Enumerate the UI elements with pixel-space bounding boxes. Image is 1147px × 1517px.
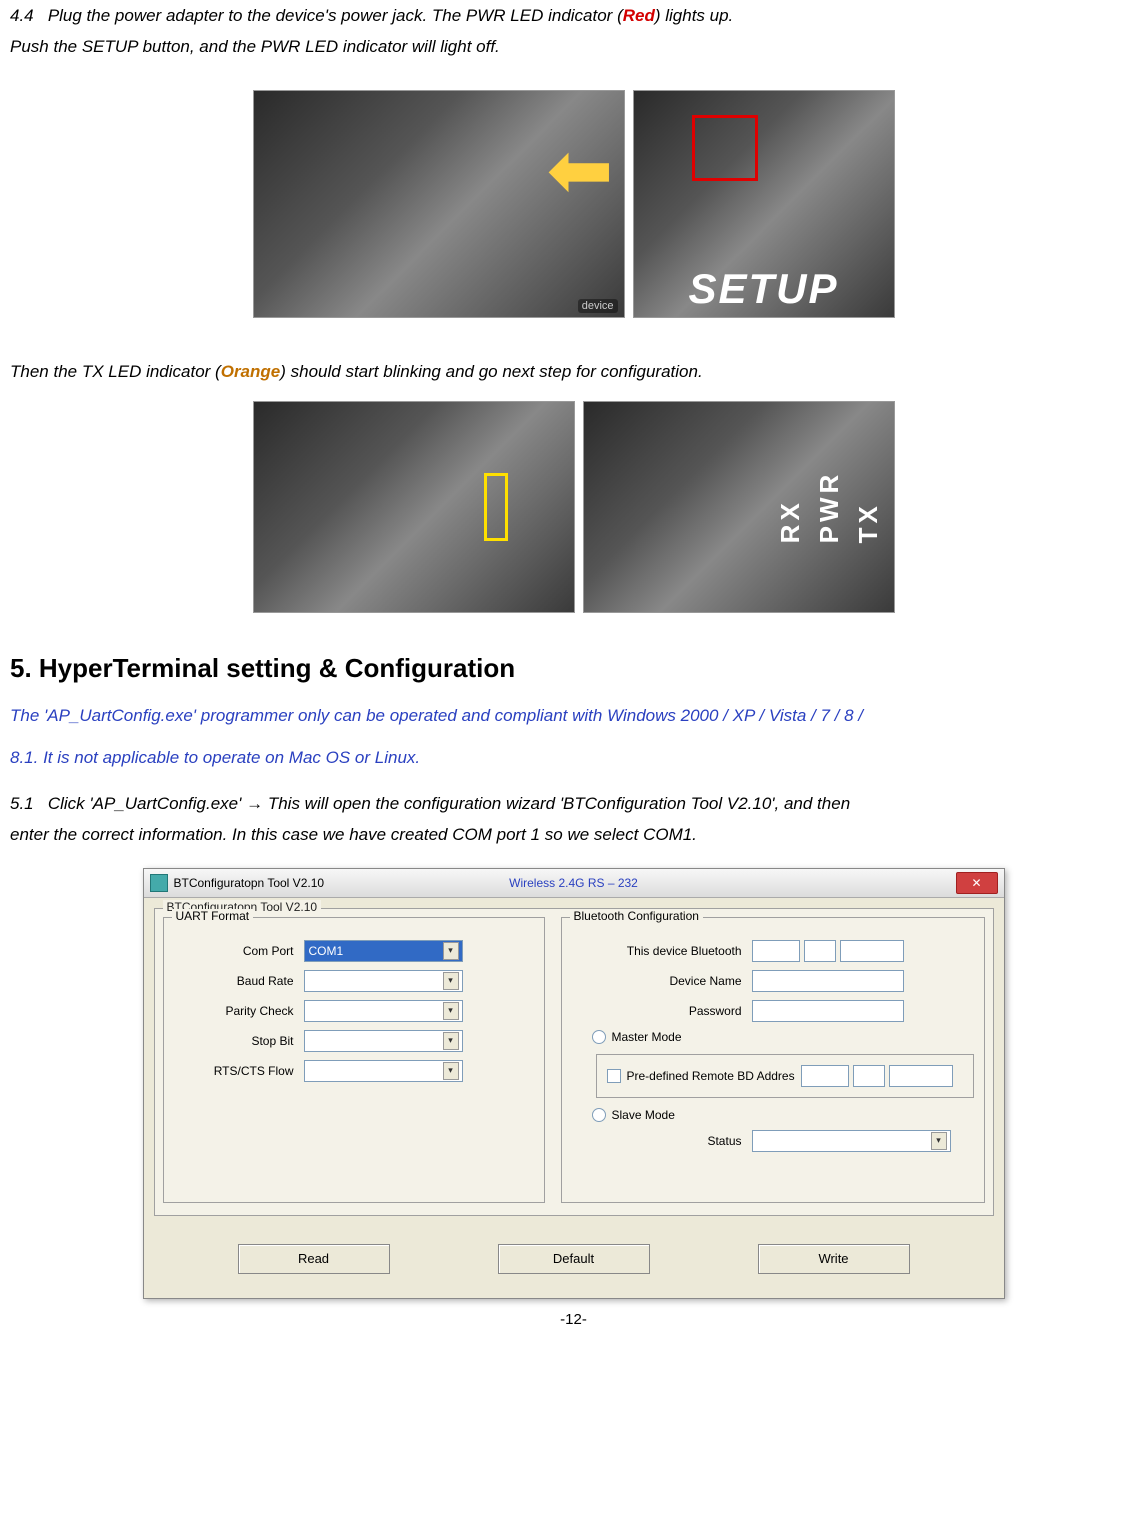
yellow-highlight-box	[484, 473, 508, 541]
step-5-1-text-a: Click 'AP_UartConfig.exe'	[48, 794, 246, 813]
default-button-label: Default	[553, 1251, 594, 1266]
page-footer: -12-	[10, 1311, 1137, 1328]
red-highlight-box	[692, 115, 758, 181]
baud-rate-combo[interactable]: ▾	[304, 970, 463, 992]
uart-group: UART Format Com Port COM1 ▾ Baud Rate ▾ …	[163, 917, 545, 1203]
outer-group: BTConfiguratopn Tool V2.10 UART Format C…	[154, 908, 994, 1216]
write-button[interactable]: Write	[758, 1244, 910, 1274]
photo-device-tx	[253, 401, 575, 613]
com-port-combo[interactable]: COM1 ▾	[304, 940, 463, 962]
com-port-value: COM1	[309, 944, 344, 958]
bd-addr-2[interactable]	[804, 940, 836, 962]
write-button-label: Write	[818, 1251, 848, 1266]
status-combo[interactable]: ▾	[752, 1130, 951, 1152]
config-window: BTConfiguratopn Tool V2.10 Wireless 2.4G…	[143, 868, 1005, 1299]
config-window-wrap: BTConfiguratopn Tool V2.10 Wireless 2.4G…	[10, 868, 1137, 1299]
rtscts-combo[interactable]: ▾	[304, 1060, 463, 1082]
led-tx: TX	[853, 470, 884, 543]
status-label: Status	[572, 1134, 752, 1148]
photo-led-labels: RX PWR TX	[583, 401, 895, 613]
predef-bd-2[interactable]	[853, 1065, 885, 1087]
bluetooth-legend: Bluetooth Configuration	[570, 909, 703, 923]
baud-rate-label: Baud Rate	[174, 974, 304, 988]
predef-bd-3[interactable]	[889, 1065, 953, 1087]
window-title-left: BTConfiguratopn Tool V2.10	[174, 876, 325, 890]
bluetooth-group: Bluetooth Configuration This device Blue…	[561, 917, 985, 1203]
parity-label: Parity Check	[174, 1004, 304, 1018]
default-button[interactable]: Default	[498, 1244, 650, 1274]
bd-addr-1[interactable]	[752, 940, 800, 962]
chevron-down-icon: ▾	[443, 972, 459, 990]
step-4-4-line2: Push the SETUP button, and the PWR LED i…	[10, 33, 1137, 62]
tx-blink-line: Then the TX LED indicator (Orange) shoul…	[10, 358, 1137, 387]
stopbit-combo[interactable]: ▾	[304, 1030, 463, 1052]
step-4-4-text-a: Plug the power adapter to the device's p…	[48, 6, 623, 25]
predef-label: Pre-defined Remote BD Addres	[627, 1069, 795, 1083]
step-4-4-line1: 4.4 Plug the power adapter to the device…	[10, 2, 1137, 31]
app-icon	[150, 874, 168, 892]
between-text-b: ) should start blinking and go next step…	[280, 362, 702, 381]
section-5-note-line1: The 'AP_UartConfig.exe' programmer only …	[10, 701, 1137, 731]
step-4-4-number: 4.4	[10, 6, 34, 25]
chevron-down-icon: ▾	[931, 1132, 947, 1150]
this-device-label: This device Bluetooth	[572, 944, 752, 958]
device-name-input[interactable]	[752, 970, 904, 992]
step-5-1-line2: enter the correct information. In this c…	[10, 821, 1137, 850]
master-mode-label: Master Mode	[612, 1030, 682, 1044]
bd-address-fields	[752, 940, 904, 962]
parity-combo[interactable]: ▾	[304, 1000, 463, 1022]
red-word: Red	[623, 6, 655, 25]
titlebar: BTConfiguratopn Tool V2.10 Wireless 2.4G…	[144, 869, 1004, 898]
photo-setup-button: SETUP	[633, 90, 895, 318]
photo-row-1: ⬅ device SETUP	[10, 90, 1137, 318]
button-row: Read Default Write	[144, 1226, 1004, 1298]
led-pwr: PWR	[814, 470, 845, 543]
predef-checkbox[interactable]	[607, 1069, 621, 1083]
section-5-heading: 5. HyperTerminal setting & Configuration	[10, 653, 1137, 684]
yellow-arrow-icon: ⬅	[546, 123, 613, 216]
bd-addr-3[interactable]	[840, 940, 904, 962]
step-5-1-number: 5.1	[10, 794, 34, 813]
chevron-down-icon: ▾	[443, 1002, 459, 1020]
chevron-down-icon: ▾	[443, 1032, 459, 1050]
photo-row-2: RX PWR TX	[10, 401, 1137, 613]
predef-sub-group: Pre-defined Remote BD Addres	[596, 1054, 974, 1098]
slave-mode-label: Slave Mode	[612, 1108, 675, 1122]
chevron-down-icon: ▾	[443, 942, 459, 960]
orange-word: Orange	[221, 362, 281, 381]
predef-bd-fields	[801, 1065, 953, 1087]
photo-label: device	[578, 299, 618, 313]
step-5-1-line1: 5.1 Click 'AP_UartConfig.exe' → This wil…	[10, 790, 1137, 819]
password-input[interactable]	[752, 1000, 904, 1022]
read-button[interactable]: Read	[238, 1244, 390, 1274]
led-label-group: RX PWR TX	[775, 470, 884, 543]
password-label: Password	[572, 1004, 752, 1018]
com-port-label: Com Port	[174, 944, 304, 958]
setup-overlay-text: SETUP	[688, 265, 838, 313]
step-4-4-text-b: ) lights up.	[655, 6, 733, 25]
between-text-a: Then the TX LED indicator (	[10, 362, 221, 381]
arrow-glyph: →	[246, 794, 263, 813]
slave-radio[interactable]	[592, 1108, 606, 1122]
chevron-down-icon: ▾	[443, 1062, 459, 1080]
led-rx: RX	[775, 470, 806, 543]
stopbit-label: Stop Bit	[174, 1034, 304, 1048]
window-title-center: Wireless 2.4G RS – 232	[509, 876, 638, 890]
uart-legend: UART Format	[172, 909, 254, 923]
read-button-label: Read	[298, 1251, 329, 1266]
device-name-label: Device Name	[572, 974, 752, 988]
photo-device-arrow: ⬅ device	[253, 90, 625, 318]
predef-bd-1[interactable]	[801, 1065, 849, 1087]
rtscts-label: RTS/CTS Flow	[174, 1064, 304, 1078]
close-button[interactable]: ✕	[956, 872, 998, 894]
master-radio[interactable]	[592, 1030, 606, 1044]
step-5-1-text-b: This will open the configuration wizard …	[263, 794, 850, 813]
section-5-note-line2: 8.1. It is not applicable to operate on …	[10, 743, 1137, 773]
